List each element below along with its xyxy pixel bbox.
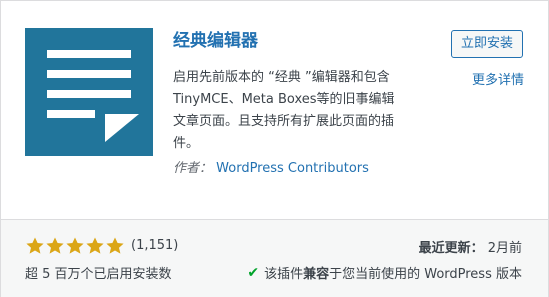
plugin-title[interactable]: 经典编辑器 (173, 29, 258, 53)
install-now-button[interactable]: 立即安装 (451, 30, 523, 58)
compat-suffix: 于您当前使用的 WordPress 版本 (329, 267, 522, 282)
star-icon (66, 237, 84, 254)
plugin-card: 经典编辑器 立即安装 更多详情 启用先前版本的 “经典 ”编辑器和包含TinyM… (0, 0, 549, 297)
document-icon[interactable] (25, 28, 153, 156)
star-icon (46, 237, 64, 254)
compat-bold: 兼容 (303, 267, 330, 282)
last-updated: 最近更新： 2月前 (419, 237, 522, 256)
plugin-card-bottom: (1,151) 超 5 百万个已启用安装数 最近更新： 2月前 ✔ 该插件 兼容于… (1, 219, 548, 297)
active-installs: 超 5 百万个已启用安装数 (25, 267, 172, 282)
plugin-authors: 作者： WordPress Contributors (173, 157, 369, 176)
star-rating: (1,151) (25, 236, 178, 256)
star-icon (86, 237, 104, 254)
checkmark-icon: ✔ (247, 264, 260, 281)
compat-prefix: 该插件 (264, 267, 304, 282)
plugin-description: 启用先前版本的 “经典 ”编辑器和包含TinyMCE、Meta Boxes等的旧… (173, 70, 395, 151)
last-updated-label: 最近更新： (418, 241, 484, 256)
compatibility-notice: ✔ 该插件 兼容 于您当前使用的 WordPress 版本 (247, 263, 522, 283)
author-label: 作者： (173, 161, 213, 176)
author-link[interactable]: WordPress Contributors (216, 161, 369, 176)
last-updated-value: 2月前 (487, 241, 522, 256)
star-icon (26, 237, 44, 254)
rating-count: (1,151) (131, 238, 179, 253)
star-icon (106, 237, 124, 254)
plugin-card-top: 经典编辑器 立即安装 更多详情 启用先前版本的 “经典 ”编辑器和包含TinyM… (1, 1, 548, 218)
more-details-link[interactable]: 更多详情 (472, 69, 524, 88)
